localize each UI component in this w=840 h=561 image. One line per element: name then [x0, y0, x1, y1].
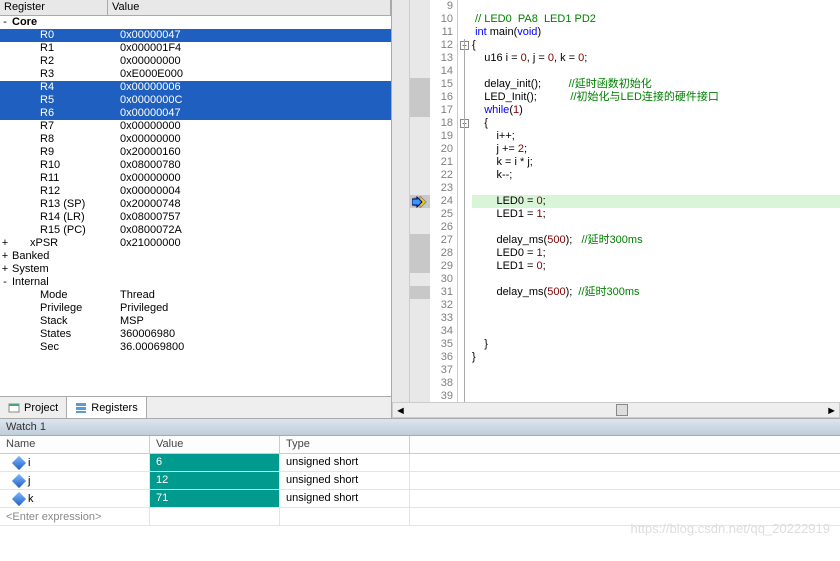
register-row[interactable]: Sec36.00069800 — [0, 341, 391, 354]
register-row[interactable]: R15 (PC)0x0800072A — [0, 224, 391, 237]
registers-icon — [75, 402, 87, 414]
register-row[interactable]: +xPSR0x21000000 — [0, 237, 391, 250]
watch-row[interactable]: j12unsigned short — [0, 472, 840, 490]
watch-col-value[interactable]: Value — [150, 436, 280, 453]
register-row[interactable]: ModeThread — [0, 289, 391, 302]
register-row[interactable]: R110x00000000 — [0, 172, 391, 185]
fold-gutter[interactable]: −− — [458, 0, 472, 402]
variable-icon — [12, 491, 26, 505]
watch-columns: Name Value Type — [0, 436, 840, 454]
code-panel: 9101112131415161718192021222324252627282… — [392, 0, 840, 418]
watch-col-type[interactable]: Type — [280, 436, 410, 453]
col-value: Value — [108, 0, 391, 15]
register-row[interactable]: R20x00000000 — [0, 55, 391, 68]
tab-registers[interactable]: Registers — [67, 397, 146, 418]
tab-project-label: Project — [24, 402, 58, 414]
watch-row[interactable]: i6unsigned short — [0, 454, 840, 472]
register-row[interactable]: R80x00000000 — [0, 133, 391, 146]
col-register: Register — [0, 0, 108, 15]
register-row[interactable]: R60x00000047 — [0, 107, 391, 120]
tab-project[interactable]: Project — [0, 397, 67, 418]
register-row[interactable]: States360006980 — [0, 328, 391, 341]
register-row[interactable]: -Internal — [0, 276, 391, 289]
register-row[interactable]: +System — [0, 263, 391, 276]
breakpoint-gutter[interactable] — [392, 0, 410, 402]
scroll-thumb[interactable] — [616, 404, 628, 416]
register-row[interactable]: R14 (LR)0x08000757 — [0, 211, 391, 224]
register-row[interactable]: R100x08000780 — [0, 159, 391, 172]
current-line-icon — [412, 196, 428, 208]
register-row[interactable]: R30xE000E000 — [0, 68, 391, 81]
register-row[interactable]: R120x00000004 — [0, 185, 391, 198]
register-row[interactable]: R10x000001F4 — [0, 42, 391, 55]
watch-col-name[interactable]: Name — [0, 436, 150, 453]
register-row[interactable]: R50x0000000C — [0, 94, 391, 107]
code-text[interactable]: // LED0 PA8 LED1 PD2 int main(void){ u16… — [472, 0, 840, 402]
scroll-right-icon[interactable]: ► — [826, 405, 837, 417]
register-row[interactable]: StackMSP — [0, 315, 391, 328]
tab-registers-label: Registers — [91, 402, 137, 414]
project-icon — [8, 402, 20, 414]
registers-panel: Register Value -CoreR00x00000047R10x0000… — [0, 0, 392, 418]
code-area[interactable]: 9101112131415161718192021222324252627282… — [392, 0, 840, 402]
variable-icon — [12, 473, 26, 487]
line-numbers: 9101112131415161718192021222324252627282… — [430, 0, 458, 402]
register-row[interactable]: R90x20000160 — [0, 146, 391, 159]
register-row[interactable]: R13 (SP)0x20000748 — [0, 198, 391, 211]
register-row[interactable]: -Core — [0, 16, 391, 29]
register-row[interactable]: R00x00000047 — [0, 29, 391, 42]
registers-tree[interactable]: -CoreR00x00000047R10x000001F4R20x0000000… — [0, 16, 391, 396]
register-row[interactable]: R40x00000006 — [0, 81, 391, 94]
horizontal-scrollbar[interactable]: ◄ ► — [392, 402, 840, 418]
registers-header: Register Value — [0, 0, 391, 16]
watch-panel: Name Value Type i6unsigned shortj12unsig… — [0, 436, 840, 526]
left-tabs: Project Registers — [0, 396, 391, 418]
watch-enter-expression[interactable]: <Enter expression> — [0, 508, 150, 525]
scroll-left-icon[interactable]: ◄ — [395, 405, 406, 417]
watermark: https://blog.csdn.net/qq_20222919 — [631, 521, 831, 536]
register-row[interactable]: PrivilegePrivileged — [0, 302, 391, 315]
watch-title: Watch 1 — [0, 418, 840, 436]
register-row[interactable]: R70x00000000 — [0, 120, 391, 133]
variable-icon — [12, 455, 26, 469]
register-row[interactable]: +Banked — [0, 250, 391, 263]
watch-row[interactable]: k71unsigned short — [0, 490, 840, 508]
